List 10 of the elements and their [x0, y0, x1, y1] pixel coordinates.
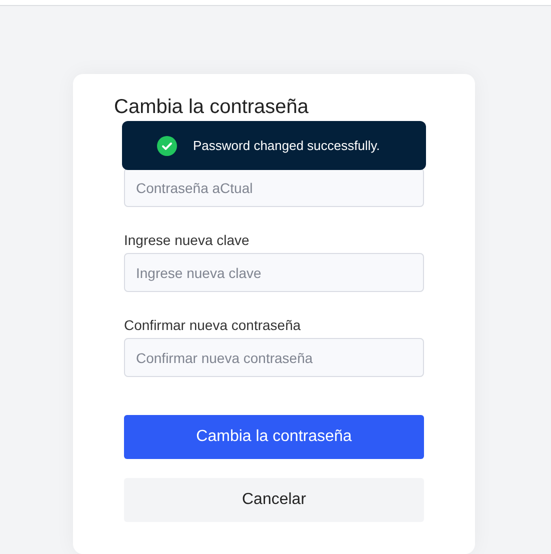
- check-circle-icon: [157, 136, 177, 156]
- field-label: Ingrese nueva clave: [124, 232, 250, 249]
- toast-message: Password changed successfully.: [193, 138, 380, 153]
- cancel-button[interactable]: Cancelar: [124, 478, 424, 522]
- password-field[interactable]: Ingrese nueva clave: [124, 253, 424, 292]
- submit-button[interactable]: Cambia la contraseña: [124, 415, 424, 459]
- field-label: Confirmar nueva contraseña: [124, 317, 302, 334]
- password-field[interactable]: Contraseña aCtual: [124, 168, 424, 207]
- password-field[interactable]: Confirmar nueva contraseña: [124, 338, 424, 377]
- form-title: Cambia la contraseña: [114, 95, 310, 120]
